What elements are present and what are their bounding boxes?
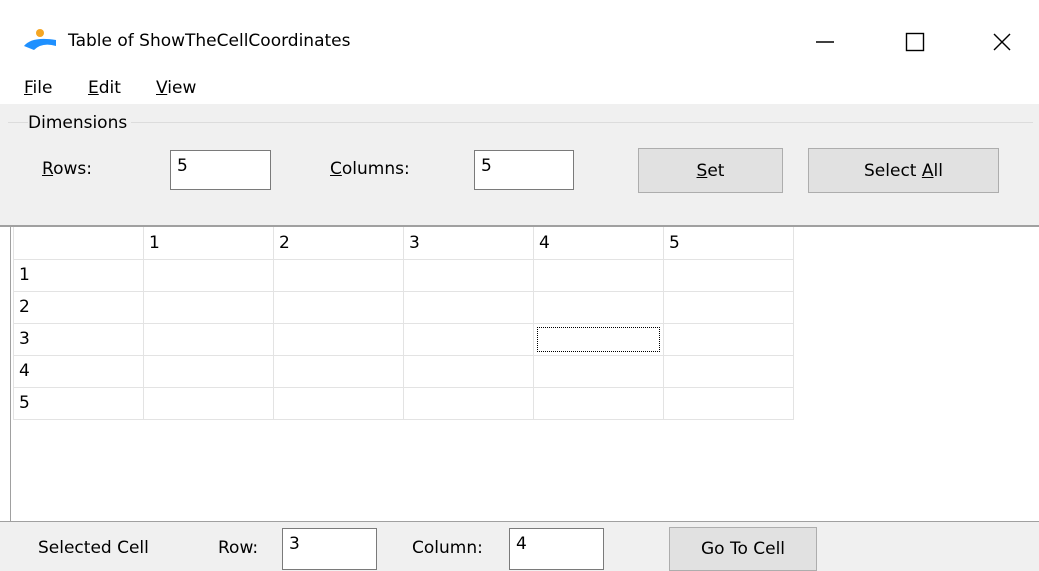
row-label: Row: (218, 538, 259, 558)
rows-label: Rows: (42, 159, 92, 179)
table-cell[interactable] (403, 258, 534, 292)
minimize-button[interactable] (795, 20, 855, 64)
table-cell-focused[interactable] (533, 322, 664, 356)
selected-column-input[interactable]: 4 (509, 528, 604, 570)
table-cell[interactable] (403, 386, 534, 420)
minimize-icon (816, 41, 834, 43)
table-cell[interactable] (273, 386, 404, 420)
menu-file[interactable]: File (24, 78, 52, 98)
table-cell[interactable] (533, 258, 664, 292)
table-row: 2 (13, 290, 794, 324)
maximize-button[interactable] (885, 20, 945, 64)
table-cell[interactable] (403, 354, 534, 388)
table-cell[interactable] (273, 258, 404, 292)
column-header[interactable]: 2 (273, 227, 404, 260)
row-header[interactable]: 5 (13, 386, 144, 420)
table-cell[interactable] (533, 386, 664, 420)
table-cell[interactable] (663, 258, 794, 292)
table-cell[interactable] (273, 290, 404, 324)
table-cell[interactable] (403, 290, 534, 324)
column-header[interactable]: 3 (403, 227, 534, 260)
menu-bar: File Edit View (0, 78, 1039, 104)
table-cell[interactable] (663, 322, 794, 356)
table-cell[interactable] (403, 322, 534, 356)
row-header[interactable]: 2 (13, 290, 144, 324)
table-row: 3 (13, 322, 794, 356)
column-header[interactable]: 1 (143, 227, 274, 260)
table-cell[interactable] (663, 386, 794, 420)
menu-view[interactable]: View (156, 78, 196, 98)
title-bar: Table of ShowTheCellCoordinates (0, 0, 1039, 78)
table-cell[interactable] (143, 386, 274, 420)
table-row: 1 (13, 258, 794, 292)
focus-rectangle (537, 326, 660, 352)
table-cell[interactable] (533, 354, 664, 388)
column-header[interactable]: 5 (663, 227, 794, 260)
close-icon (993, 33, 1011, 51)
set-button[interactable]: Set (638, 148, 783, 193)
select-all-button[interactable]: Select All (808, 148, 999, 193)
columns-label: Columns: (330, 159, 410, 179)
selected-row-input[interactable]: 3 (282, 528, 377, 570)
dimensions-group-label: Dimensions (28, 113, 132, 133)
table-cell[interactable] (663, 290, 794, 324)
table-grid-area[interactable]: 1 2 3 4 5 1 2 3 4 5 (10, 227, 1039, 521)
selected-cell-label: Selected Cell (38, 538, 149, 558)
dimensions-panel: Dimensions Rows: 5 Columns: 5 Set Select… (0, 104, 1039, 225)
row-header[interactable]: 4 (13, 354, 144, 388)
row-header[interactable]: 3 (13, 322, 144, 356)
app-icon (24, 29, 56, 50)
table-cell[interactable] (663, 354, 794, 388)
table-cell[interactable] (533, 290, 664, 324)
maximize-icon (905, 32, 925, 52)
table-row: 4 (13, 354, 794, 388)
group-border (8, 122, 1033, 123)
corner-header (13, 227, 144, 260)
column-label: Column: (412, 538, 483, 558)
table-cell[interactable] (143, 258, 274, 292)
window-title: Table of ShowTheCellCoordinates (68, 31, 351, 51)
close-button[interactable] (972, 20, 1032, 64)
rows-input[interactable]: 5 (170, 150, 271, 190)
column-header[interactable]: 4 (533, 227, 664, 260)
table-row: 5 (13, 386, 794, 420)
table-cell[interactable] (273, 322, 404, 356)
table-cell[interactable] (143, 322, 274, 356)
table-cell[interactable] (143, 354, 274, 388)
selected-cell-bar: Selected Cell Row: 3 Column: 4 Go To Cel… (0, 521, 1039, 571)
go-to-cell-button[interactable]: Go To Cell (669, 527, 817, 571)
menu-edit[interactable]: Edit (88, 78, 121, 98)
table-cell[interactable] (143, 290, 274, 324)
columns-input[interactable]: 5 (474, 150, 574, 190)
table-cell[interactable] (273, 354, 404, 388)
cell-table[interactable]: 1 2 3 4 5 1 2 3 4 5 (13, 227, 794, 420)
row-header[interactable]: 1 (13, 258, 144, 292)
header-row: 1 2 3 4 5 (13, 227, 794, 260)
